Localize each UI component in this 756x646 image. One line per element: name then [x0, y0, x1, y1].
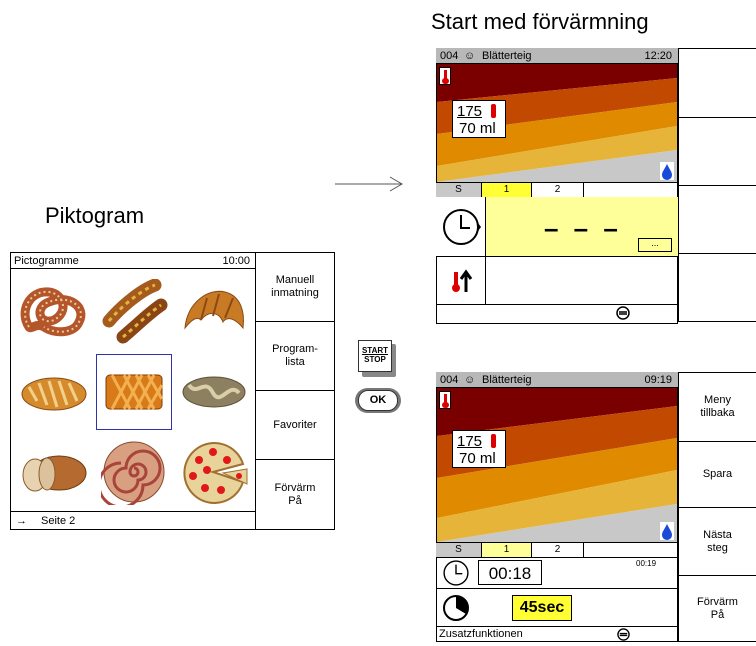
side-button-2[interactable]: [678, 118, 756, 186]
timer-value[interactable]: 00:18: [478, 560, 542, 585]
arrow-right-icon: →: [16, 515, 27, 527]
thermometer-icon: [439, 391, 451, 409]
tile-plait[interactable]: [177, 355, 251, 429]
volume-value: 70 ml: [459, 450, 496, 467]
plait-icon: [182, 376, 246, 408]
tab-step-1[interactable]: 1: [482, 543, 532, 557]
clock-icon: [436, 197, 486, 256]
start-label: START: [361, 346, 389, 355]
tile-sausage-rolls[interactable]: [97, 275, 171, 349]
running-footer[interactable]: Zusatzfunktionen: [436, 627, 678, 642]
pictogram-grid: [11, 269, 256, 511]
tile-braided-bread[interactable]: [17, 355, 91, 429]
tab-step-2[interactable]: 2: [532, 183, 584, 197]
step-tabs: S 1 2: [436, 542, 678, 558]
running-screen: 004 ☺ Blätterteig 09:19 175 70 ml S 1 2 …: [436, 372, 756, 643]
sliced-bread-icon: [22, 455, 87, 492]
next-step-button[interactable]: Nästa steg: [678, 508, 756, 576]
croissant-icon: [184, 290, 244, 330]
pizza-icon: [183, 442, 248, 504]
stop-label: STOP: [364, 355, 386, 364]
ok-key[interactable]: OK: [355, 388, 403, 414]
tab-s[interactable]: S: [436, 183, 482, 197]
clock-time: 09:19: [644, 374, 672, 386]
timer-row: – – – ...: [436, 197, 678, 257]
additional-functions-icon: [617, 628, 630, 646]
clock-time: 12:20: [644, 50, 672, 62]
menu-back-button[interactable]: Meny tillbaka: [678, 372, 756, 442]
steam-drop-icon: [660, 162, 674, 180]
tile-cinnamon-swirl[interactable]: [97, 435, 171, 509]
manual-input-button[interactable]: Manuell inmatning: [255, 253, 334, 322]
program-number: 004: [440, 50, 459, 62]
additional-functions-label: Zusatzfunktionen: [439, 628, 523, 640]
lattice-pastry-icon: [105, 374, 164, 410]
core-temp-row: [436, 257, 678, 305]
preheat-header: 004 ☺ Blätterteig 12:20: [436, 48, 678, 64]
ok-label: OK: [358, 390, 398, 411]
steam-drop-icon: [660, 522, 674, 540]
tile-pretzel[interactable]: [17, 275, 91, 349]
sausage-roll-icon: [102, 279, 168, 344]
tab-s[interactable]: S: [436, 543, 482, 557]
program-name: Blätterteig: [482, 374, 532, 386]
save-button[interactable]: Spara: [678, 442, 756, 508]
smiley-icon: ☺: [464, 50, 476, 62]
timer-value: – – –: [544, 213, 622, 243]
running-header: 004 ☺ Blätterteig 09:19: [436, 372, 678, 388]
volume-value: 70 ml: [459, 120, 496, 137]
program-name: Blätterteig: [482, 50, 532, 62]
tile-pizza[interactable]: [177, 435, 251, 509]
tile-lattice-pastry[interactable]: [96, 354, 172, 430]
preheat-on-button[interactable]: Förvärm På: [255, 460, 334, 529]
pictogram-header: Pictogramme 10:00: [11, 253, 256, 269]
core-temp-rise-icon: [436, 257, 486, 304]
additional-functions-icon[interactable]: [616, 306, 630, 325]
step-tabs: S 1 2: [436, 182, 678, 198]
timer-small-value: 00:19: [636, 559, 657, 568]
clock-icon: [436, 557, 476, 588]
braided-bread-icon: [21, 377, 87, 411]
side-button-3[interactable]: [678, 186, 756, 254]
arrow-icon: [335, 176, 403, 192]
pictogram-screen: Pictogramme 10:00 → Seite 2 Manuell inma…: [10, 252, 335, 530]
temp-volume-box[interactable]: 175 70 ml: [452, 100, 506, 138]
tab-step-1[interactable]: 1: [482, 183, 532, 197]
thermometer-icon: [439, 67, 451, 85]
timer-row: 00:18 00:19: [436, 557, 678, 589]
preheat-heading: Start med förvärmning: [431, 9, 649, 34]
tile-sliced-bread[interactable]: [17, 435, 91, 509]
pictogram-heading: Piktogram: [45, 203, 145, 228]
thermometer-icon: [491, 104, 496, 118]
duration-row: 45sec: [436, 589, 678, 627]
tile-croissant[interactable]: [177, 275, 251, 349]
duration-value[interactable]: 45sec: [512, 595, 572, 621]
pictogram-footer[interactable]: → Seite 2: [11, 511, 256, 530]
thermometer-icon: [491, 434, 496, 448]
temp-volume-box[interactable]: 175 70 ml: [452, 430, 506, 468]
pictogram-title: Pictogramme: [14, 255, 79, 267]
pretzel-icon: [20, 287, 86, 337]
side-button-4[interactable]: [678, 254, 756, 322]
program-number: 004: [440, 374, 459, 386]
tab-step-2[interactable]: 2: [532, 543, 584, 557]
favorites-button[interactable]: Favoriter: [255, 391, 334, 460]
next-page-label: Seite 2: [41, 515, 76, 527]
smiley-icon: ☺: [464, 374, 476, 386]
timer-display[interactable]: – – – ...: [486, 197, 678, 256]
preheat-on-button[interactable]: Förvärm På: [678, 576, 756, 642]
temperature-value: 175: [457, 103, 483, 120]
program-list-button[interactable]: Program- lista: [255, 322, 334, 391]
preheat-screen: 004 ☺ Blätterteig 12:20 175 70 ml S 1 2 …: [436, 48, 756, 324]
pie-timer-icon: [436, 591, 476, 625]
pictogram-clock: 10:00: [222, 255, 250, 267]
start-stop-key[interactable]: START STOP: [358, 340, 398, 378]
more-button[interactable]: ...: [638, 238, 672, 252]
temperature-value: 175: [457, 433, 483, 450]
side-button-1[interactable]: [678, 48, 756, 118]
cinnamon-swirl-icon: [101, 441, 165, 505]
